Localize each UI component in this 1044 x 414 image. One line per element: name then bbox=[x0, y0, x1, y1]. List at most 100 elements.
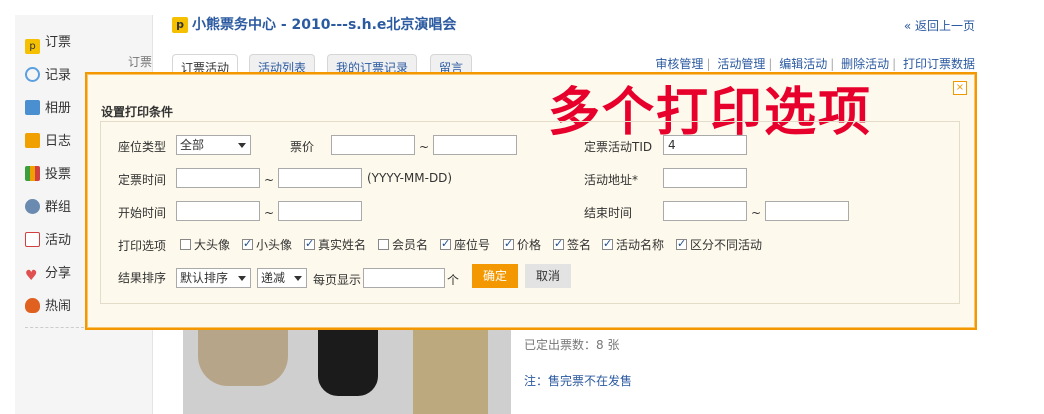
delete-activity-link[interactable]: 删除活动 bbox=[841, 57, 889, 71]
sidebar-item-album[interactable]: 相册 bbox=[25, 98, 71, 120]
group-icon bbox=[25, 199, 40, 214]
brand-badge: p bbox=[172, 17, 188, 33]
option-label: 大头像 bbox=[194, 237, 231, 252]
separator: | bbox=[768, 57, 773, 71]
order-select[interactable]: 递减 bbox=[257, 268, 307, 288]
price-label: 票价 bbox=[290, 140, 315, 154]
sidebar-item-vote[interactable]: 投票 bbox=[25, 164, 71, 186]
sort-value: 默认排序 bbox=[180, 271, 229, 285]
print-data-link[interactable]: 打印订票数据 bbox=[903, 57, 975, 71]
separator: | bbox=[892, 57, 897, 71]
date-format-hint: (YYYY-MM-DD) bbox=[367, 171, 453, 185]
separator: | bbox=[830, 57, 835, 71]
tilde: ~ bbox=[751, 206, 762, 220]
option-activity-name[interactable]: 活动名称 bbox=[602, 237, 665, 252]
per-page-unit: 个 bbox=[447, 273, 460, 287]
tilde: ~ bbox=[264, 206, 275, 220]
checkbox[interactable] bbox=[242, 237, 253, 250]
tid-input[interactable]: 4 bbox=[663, 135, 747, 155]
seat-type-label: 座位类型 bbox=[118, 140, 167, 154]
photo-album-icon bbox=[25, 100, 40, 115]
book-time-start-input[interactable] bbox=[176, 168, 260, 188]
start-time-label: 开始时间 bbox=[118, 206, 167, 220]
price-min-input[interactable] bbox=[331, 135, 415, 155]
sidebar-item-hot[interactable]: 热闹 bbox=[25, 296, 71, 318]
end-time-label: 结束时间 bbox=[584, 206, 633, 220]
option-label: 区分不同活动 bbox=[690, 237, 763, 252]
option-price[interactable]: 价格 bbox=[503, 237, 542, 252]
option-seat-number[interactable]: 座位号 bbox=[440, 237, 491, 252]
checkbox[interactable] bbox=[676, 237, 687, 250]
fire-icon bbox=[25, 298, 40, 313]
option-signature[interactable]: 签名 bbox=[553, 237, 592, 252]
checkbox[interactable] bbox=[503, 237, 514, 250]
print-options-label: 打印选项 bbox=[118, 239, 167, 253]
sort-label: 结果排序 bbox=[118, 271, 167, 285]
end-time-end-input[interactable] bbox=[765, 201, 849, 221]
checkbox[interactable] bbox=[378, 238, 389, 250]
chevron-down-icon bbox=[238, 276, 246, 281]
sidebar-item-records[interactable]: 记录 bbox=[25, 65, 71, 87]
per-page-label: 每页显示 bbox=[313, 273, 362, 287]
address-input[interactable] bbox=[663, 168, 747, 188]
option-label: 真实姓名 bbox=[318, 237, 367, 252]
seat-type-select[interactable]: 全部 bbox=[176, 135, 251, 155]
option-small-avatar[interactable]: 小头像 bbox=[242, 237, 292, 252]
checkbox[interactable] bbox=[440, 237, 451, 250]
back-link[interactable]: « 返回上一页 bbox=[904, 17, 975, 34]
heart-icon: ♥ bbox=[25, 268, 38, 284]
order-value: 递减 bbox=[261, 271, 286, 285]
review-link[interactable]: 审核管理 bbox=[655, 57, 703, 71]
photo-figure bbox=[413, 326, 488, 414]
tid-label: 定票活动TID bbox=[584, 140, 653, 154]
book-time-label: 定票时间 bbox=[118, 173, 167, 187]
manage-activity-link[interactable]: 活动管理 bbox=[717, 57, 765, 71]
sidebar-item-journal[interactable]: 日志 bbox=[25, 131, 71, 153]
option-label: 价格 bbox=[517, 237, 542, 252]
dialog-title: 设置打印条件 bbox=[101, 105, 174, 119]
book-time-end-input[interactable] bbox=[278, 168, 362, 188]
per-page-input[interactable] bbox=[363, 268, 445, 288]
option-large-avatar[interactable]: 大头像 bbox=[180, 237, 231, 252]
option-label: 座位号 bbox=[454, 237, 491, 252]
sidebar-extra-label[interactable]: 订票 bbox=[128, 53, 152, 70]
sort-select[interactable]: 默认排序 bbox=[176, 268, 251, 288]
edit-activity-link[interactable]: 编辑活动 bbox=[779, 57, 827, 71]
photo-figure bbox=[198, 326, 288, 386]
option-label: 活动名称 bbox=[616, 237, 665, 252]
start-time-input[interactable] bbox=[176, 201, 260, 221]
seat-type-value: 全部 bbox=[180, 138, 205, 152]
sidebar-item-activity[interactable]: 活动 bbox=[25, 230, 71, 252]
tilde: ~ bbox=[419, 140, 430, 154]
event-photo bbox=[183, 326, 511, 414]
page-title-text: 小熊票务中心 - 2010---s.h.e北京演唱会 bbox=[192, 17, 457, 33]
confirm-button[interactable]: 确定 bbox=[472, 264, 518, 288]
journal-icon bbox=[25, 133, 40, 148]
checkbox[interactable] bbox=[602, 237, 613, 250]
option-label: 会员名 bbox=[392, 237, 429, 252]
tilde: ~ bbox=[264, 173, 275, 187]
checkbox[interactable] bbox=[553, 237, 564, 250]
option-real-name[interactable]: 真实姓名 bbox=[304, 237, 367, 252]
checkbox[interactable] bbox=[180, 238, 191, 250]
sidebar-item-share[interactable]: ♥ 分享 bbox=[25, 263, 71, 285]
option-label: 签名 bbox=[567, 237, 592, 252]
price-max-input[interactable] bbox=[433, 135, 517, 155]
close-icon[interactable]: × bbox=[953, 81, 967, 95]
ticket-icon: p bbox=[25, 39, 40, 54]
sold-count: 已定出票数：8 张 bbox=[524, 338, 620, 352]
calendar-icon bbox=[25, 232, 40, 247]
option-distinguish-activities[interactable]: 区分不同活动 bbox=[676, 237, 763, 252]
sidebar-item-group[interactable]: 群组 bbox=[25, 197, 71, 219]
sold-out-note: 注：售完票不在发售 bbox=[524, 374, 633, 388]
option-member-name[interactable]: 会员名 bbox=[378, 237, 429, 252]
chevron-down-icon bbox=[294, 276, 302, 281]
cancel-button[interactable]: 取消 bbox=[525, 264, 571, 288]
address-label: 活动地址* bbox=[584, 173, 639, 187]
vote-chart-icon bbox=[25, 166, 40, 181]
end-time-input[interactable] bbox=[663, 201, 747, 221]
checkbox[interactable] bbox=[304, 237, 315, 250]
start-time-end-input[interactable] bbox=[278, 201, 362, 221]
sidebar-item-ticket[interactable]: p 订票 bbox=[25, 32, 71, 54]
speech-bubble-icon bbox=[25, 67, 40, 82]
